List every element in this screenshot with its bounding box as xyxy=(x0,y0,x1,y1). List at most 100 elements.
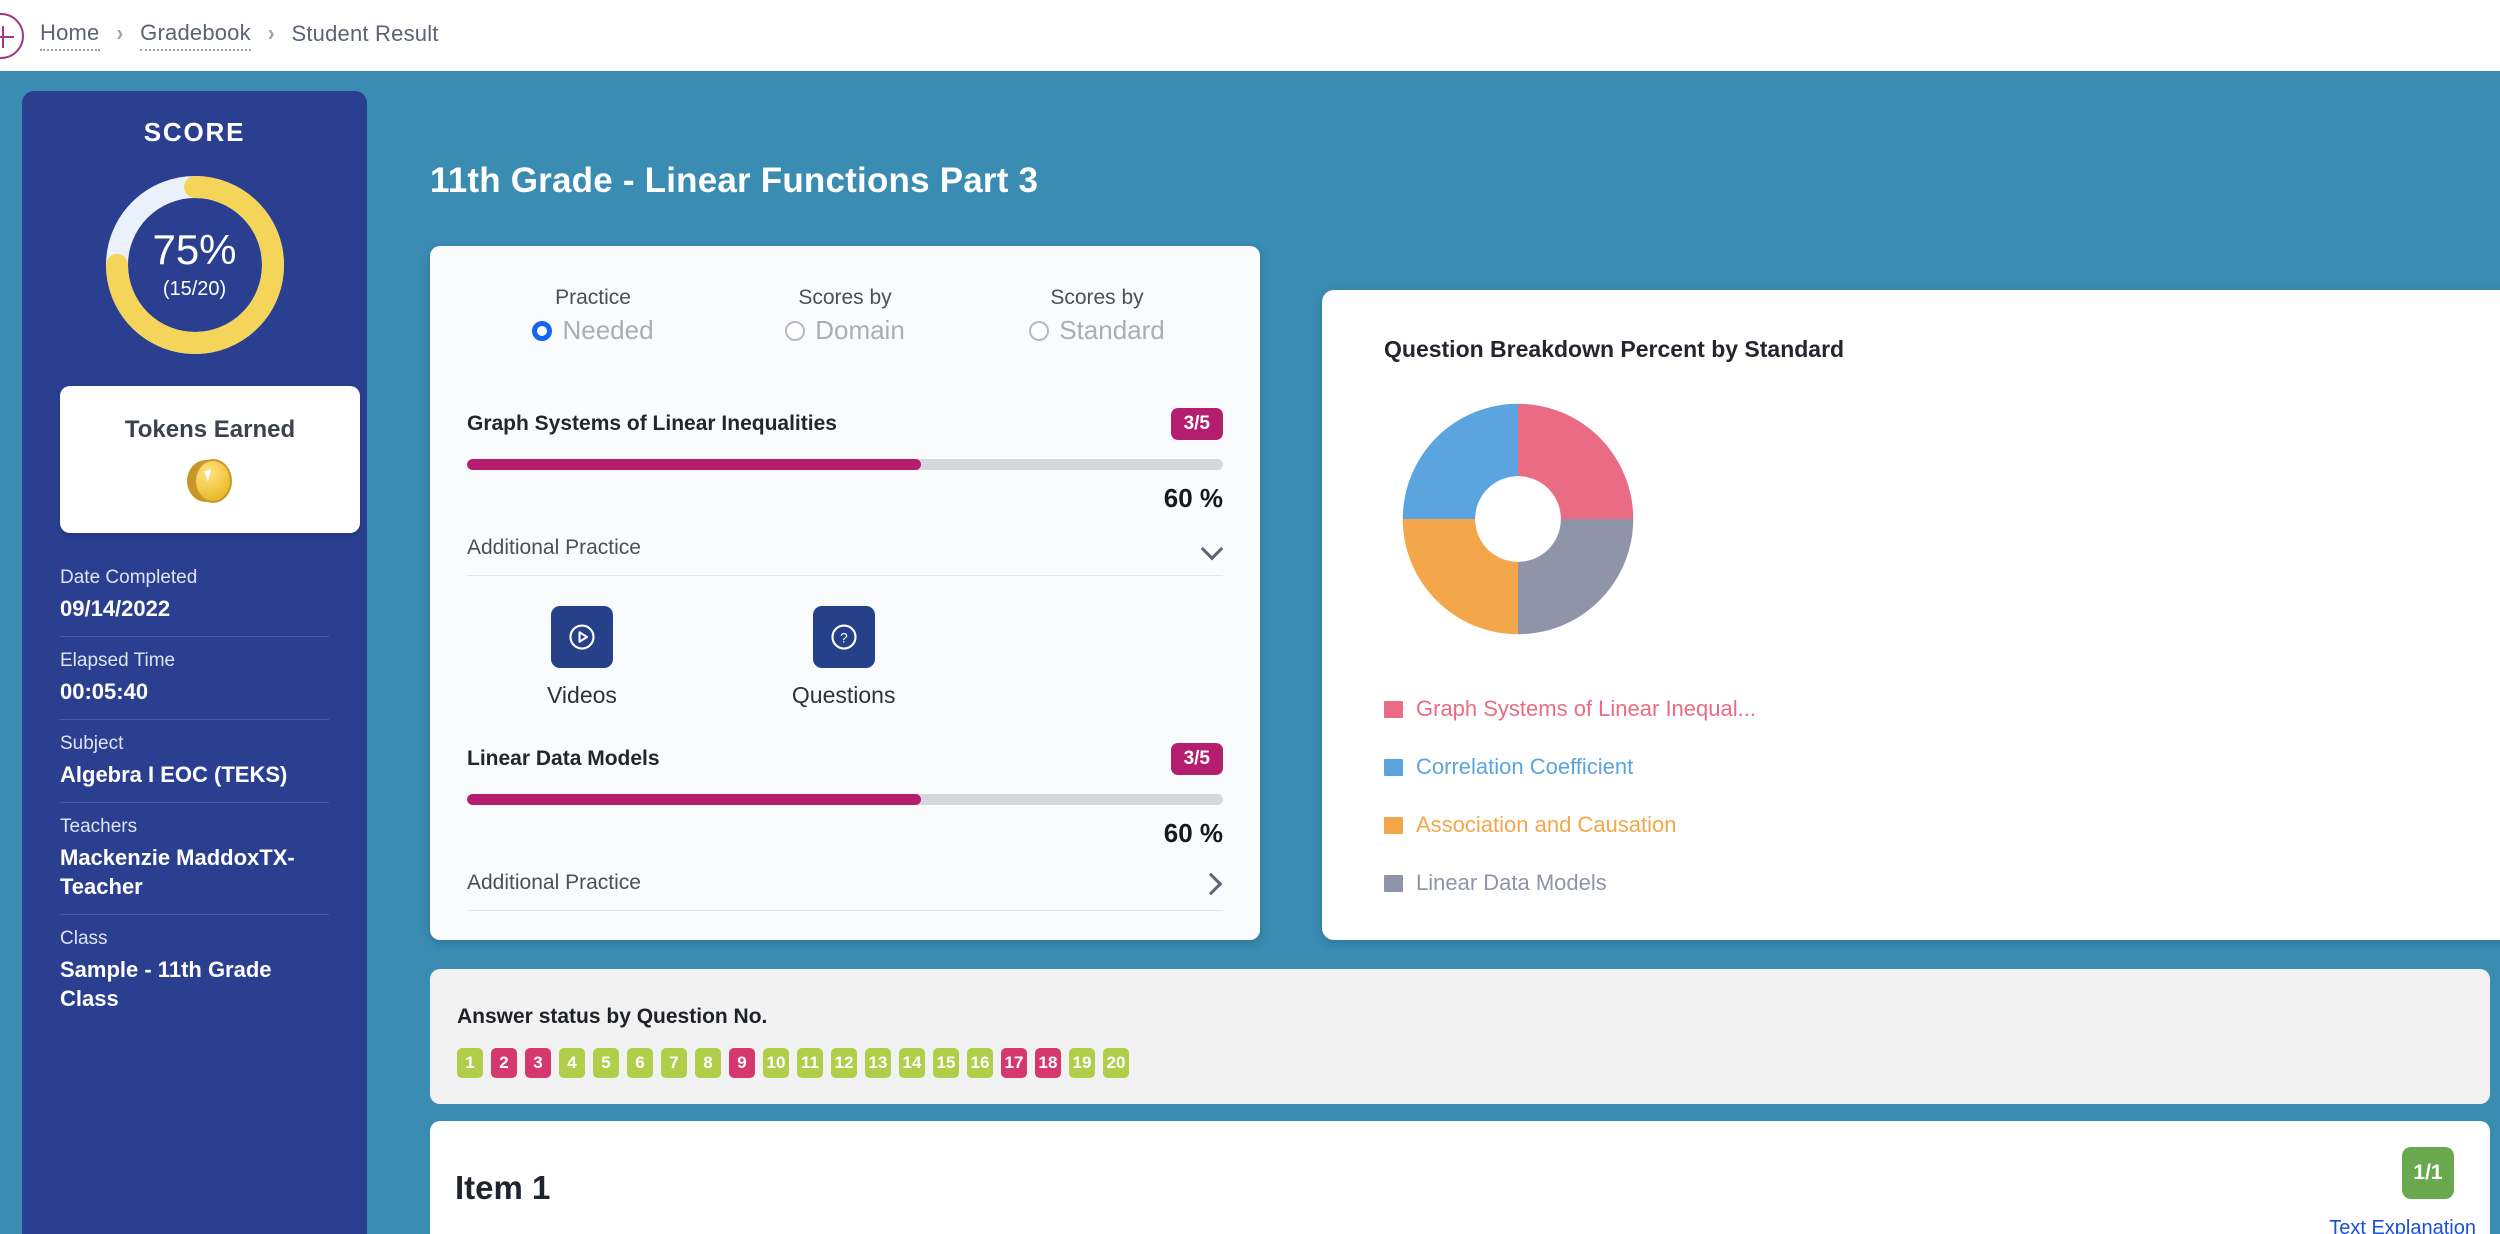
standard-percent: 60 % xyxy=(1163,818,1223,848)
legend-label: Correlation Coefficient xyxy=(1416,754,1634,779)
meta-value: Algebra I EOC (TEKS) xyxy=(60,762,288,788)
question-breakdown-panel: Question Breakdown Percent by Standard G… xyxy=(1322,290,2500,940)
legend-label: Graph Systems of Linear Inequal... xyxy=(1416,696,1756,721)
additional-practice-toggle[interactable]: Additional Practice xyxy=(467,536,1223,576)
question-status-chip[interactable]: 2 xyxy=(491,1048,517,1078)
question-status-chip[interactable]: 19 xyxy=(1069,1048,1095,1078)
meta-label: Teachers xyxy=(60,816,138,838)
question-status-chip[interactable]: 3 xyxy=(525,1048,551,1078)
standard-progress-bar xyxy=(467,794,1223,805)
radio-bottom-label: Needed xyxy=(562,315,654,345)
radio-practice-needed[interactable]: Practice Needed xyxy=(467,286,719,346)
meta-value: 00:05:40 xyxy=(60,679,149,705)
breadcrumb-bar: Home › Gradebook › Student Result xyxy=(0,0,2500,71)
breadcrumb-item-gradebook[interactable]: Gradebook xyxy=(140,20,251,51)
breadcrumb-item-home[interactable]: Home xyxy=(40,20,100,51)
question-status-chip[interactable]: 11 xyxy=(797,1048,823,1078)
meta-value: 09/14/2022 xyxy=(60,596,171,621)
question-status-chip[interactable]: 12 xyxy=(831,1048,857,1078)
standard-score-badge: 3/5 xyxy=(1170,408,1223,440)
question-status-chip[interactable]: 15 xyxy=(933,1048,959,1078)
question-status-chip[interactable]: 20 xyxy=(1103,1048,1129,1078)
question-status-list: 1 2 3 4 5 6 7 8 9 10 11 12 13 14 15 16 17 18 19 20 xyxy=(457,1048,2490,1078)
chevron-right-icon: › xyxy=(116,20,124,46)
chevron-down-icon[interactable] xyxy=(1201,537,1223,559)
question-status-chip[interactable]: 13 xyxy=(865,1048,891,1078)
coin-icon xyxy=(187,458,233,504)
question-status-chip[interactable]: 1 xyxy=(457,1048,483,1078)
question-status-chip[interactable]: 5 xyxy=(593,1048,619,1078)
legend-item[interactable]: Graph Systems of Linear Inequal... xyxy=(1384,696,2500,722)
radio-bottom-label: Standard xyxy=(1059,315,1165,345)
text-explanation-link[interactable]: Text Explanation xyxy=(2329,1217,2476,1234)
chevron-right-icon[interactable] xyxy=(1201,872,1223,894)
question-status-chip[interactable]: 9 xyxy=(729,1048,755,1078)
donut-hole xyxy=(1475,476,1561,562)
view-mode-radio-group: Practice Needed Scores by Domain Scores … xyxy=(467,286,1223,346)
additional-practice-toggle[interactable]: Additional Practice xyxy=(467,871,1223,911)
play-circle-icon[interactable] xyxy=(550,606,613,668)
question-status-chip[interactable]: 10 xyxy=(763,1048,789,1078)
question-status-chip[interactable]: 18 xyxy=(1035,1048,1061,1078)
standard-name: Linear Data Models xyxy=(467,747,660,770)
meta-row: Elapsed Time 00:05:40 xyxy=(60,650,329,721)
score-ring-text: 75% (15/20) xyxy=(100,170,290,360)
meta-label: Subject xyxy=(60,733,124,755)
standard-score-badge: 3/5 xyxy=(1170,743,1223,775)
meta-row: Class Sample - 11th Grade Class xyxy=(60,928,329,1026)
question-status-chip[interactable]: 6 xyxy=(627,1048,653,1078)
meta-value: Sample - 11th Grade Class xyxy=(60,957,272,1012)
radio-dot-icon[interactable] xyxy=(785,320,806,341)
radio-scores-by-domain[interactable]: Scores by Domain xyxy=(719,286,971,346)
student-result-page: Home › Gradebook › Student Result SCORE … xyxy=(0,0,2500,1234)
legend-swatch-icon xyxy=(1384,758,1403,776)
legend-item[interactable]: Correlation Coefficient xyxy=(1384,754,2500,780)
legend-swatch-icon xyxy=(1384,874,1403,892)
question-status-chip[interactable]: 16 xyxy=(967,1048,993,1078)
chevron-right-icon: › xyxy=(267,20,275,46)
breadcrumb: Home › Gradebook › Student Result xyxy=(40,20,439,51)
tokens-earned-card: Tokens Earned xyxy=(60,386,360,533)
score-ring: 75% (15/20) xyxy=(100,170,290,360)
standard-row: Linear Data Models 3/5 60 % Additional P… xyxy=(467,743,1223,911)
legend-item[interactable]: Association and Causation xyxy=(1384,812,2500,838)
answer-status-panel: Answer status by Question No. 1234567891… xyxy=(430,969,2490,1104)
videos-tile[interactable]: Videos xyxy=(547,606,617,709)
radio-dot-selected-icon[interactable] xyxy=(532,320,553,341)
meta-row: Subject Algebra I EOC (TEKS) xyxy=(60,733,329,804)
meta-label: Class xyxy=(60,928,108,950)
score-label: SCORE xyxy=(143,117,246,147)
standard-row: Graph Systems of Linear Inequalities 3/5… xyxy=(467,408,1223,709)
radio-dot-icon[interactable] xyxy=(1029,320,1050,341)
question-status-chip[interactable]: 8 xyxy=(695,1048,721,1078)
collapse-panel-icon[interactable] xyxy=(0,13,24,59)
radio-top-label: Practice xyxy=(555,286,631,309)
practice-resource-tiles: Videos ? Questions xyxy=(467,576,1223,709)
item-score-badge: 1/1 xyxy=(2402,1147,2454,1199)
radio-scores-by-standard[interactable]: Scores by Standard xyxy=(971,286,1223,346)
item-title: Item 1 xyxy=(455,1169,551,1206)
standard-name: Graph Systems of Linear Inequalities xyxy=(467,412,837,435)
page-title: 11th Grade - Linear Functions Part 3 xyxy=(430,161,1039,200)
breadcrumb-item-student-result: Student Result xyxy=(291,21,439,46)
result-metadata: Date Completed 09/14/2022 Elapsed Time 0… xyxy=(60,567,329,1026)
legend-item[interactable]: Linear Data Models xyxy=(1384,870,2500,896)
answer-status-title: Answer status by Question No. xyxy=(457,1005,768,1028)
additional-practice-label: Additional Practice xyxy=(467,871,641,894)
practice-panel: Practice Needed Scores by Domain Scores … xyxy=(430,246,1260,940)
question-circle-icon[interactable]: ? xyxy=(812,606,875,668)
item-panel: Item 1 1/1 Text Explanation xyxy=(430,1121,2490,1234)
questions-tile[interactable]: ? Questions xyxy=(792,606,895,709)
score-sidebar: SCORE 75% (15/20) Tokens Earned Date Com… xyxy=(22,91,367,1234)
videos-tile-label: Videos xyxy=(547,682,617,708)
standard-progress-bar xyxy=(467,459,1223,470)
tokens-earned-label: Tokens Earned xyxy=(124,415,296,443)
question-status-chip[interactable]: 17 xyxy=(1001,1048,1027,1078)
legend-swatch-icon xyxy=(1384,700,1403,718)
legend-label: Association and Causation xyxy=(1416,812,1677,837)
question-status-chip[interactable]: 4 xyxy=(559,1048,585,1078)
question-status-chip[interactable]: 7 xyxy=(661,1048,687,1078)
question-status-chip[interactable]: 14 xyxy=(899,1048,925,1078)
radio-bottom-label: Domain xyxy=(815,315,905,345)
additional-practice-label: Additional Practice xyxy=(467,536,641,559)
